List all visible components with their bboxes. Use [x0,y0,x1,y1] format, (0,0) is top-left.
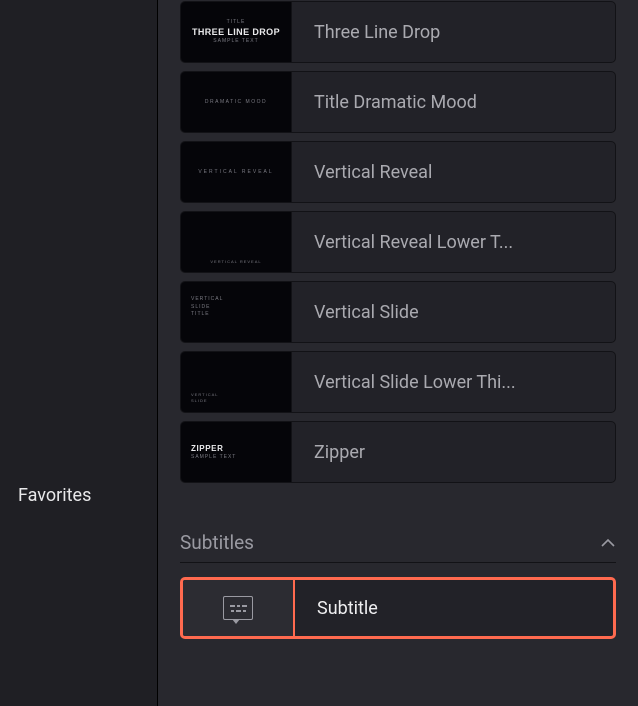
chevron-up-icon [600,538,616,548]
preset-thumbnail: VERTICAL REVEAL [181,212,291,272]
sidebar-item-favorites[interactable]: Favorites [0,475,157,516]
preset-thumbnail [183,580,293,636]
preset-label: Zipper [291,422,615,482]
thumb-text: TITLE [191,311,210,319]
preset-label: Vertical Slide Lower Thi... [291,352,615,412]
title-preset-list: TITLE THREE LINE DROP SAMPLE TEXT Three … [158,1,638,487]
preset-label: Subtitle [293,580,613,636]
preset-thumbnail: VERTICAL REVEAL [181,142,291,202]
thumb-text: VERTICAL REVEAL [198,169,273,175]
app-root: Favorites TITLE THREE LINE DROP SAMPLE T… [0,0,638,706]
thumb-text: TITLE [227,19,246,26]
preset-thumbnail: TITLE THREE LINE DROP SAMPLE TEXT [181,2,291,62]
preset-vertical-slide[interactable]: VERTICAL SLIDE TITLE Vertical Slide [180,281,616,343]
subtitle-icon [223,596,253,620]
section-title: Subtitles [180,531,254,554]
sidebar-item-label: Favorites [18,485,91,506]
thumb-text: SAMPLE TEXT [191,454,236,461]
preset-zipper[interactable]: ZIPPER SAMPLE TEXT Zipper [180,421,616,483]
thumb-text: ZIPPER [191,444,224,454]
preset-vertical-reveal[interactable]: VERTICAL REVEAL Vertical Reveal [180,141,616,203]
sidebar: Favorites [0,0,158,706]
preset-thumbnail: VERTICAL SLIDE [181,352,291,412]
section-header-subtitles[interactable]: Subtitles [180,525,616,563]
preset-three-line-drop[interactable]: TITLE THREE LINE DROP SAMPLE TEXT Three … [180,1,616,63]
content-panel: TITLE THREE LINE DROP SAMPLE TEXT Three … [158,0,638,706]
thumb-text: SLIDE [191,304,210,312]
preset-subtitle[interactable]: Subtitle [180,577,616,639]
preset-vertical-slide-lower[interactable]: VERTICAL SLIDE Vertical Slide Lower Thi.… [180,351,616,413]
thumb-text: VERTICAL REVEAL [210,259,261,264]
section-subtitles: Subtitles Subtitle [158,525,638,639]
thumb-text: VERTICAL [191,296,223,304]
preset-vertical-reveal-lower[interactable]: VERTICAL REVEAL Vertical Reveal Lower T.… [180,211,616,273]
preset-thumbnail: DRAMATIC MOOD [181,72,291,132]
preset-thumbnail: ZIPPER SAMPLE TEXT [181,422,291,482]
thumb-text: SAMPLE TEXT [213,38,258,45]
preset-thumbnail: VERTICAL SLIDE TITLE [181,282,291,342]
thumb-text: DRAMATIC MOOD [205,99,267,105]
preset-label: Vertical Reveal Lower T... [291,212,615,272]
preset-label: Vertical Slide [291,282,615,342]
thumb-text: THREE LINE DROP [192,26,280,39]
thumb-text: SLIDE [191,398,208,404]
preset-dramatic-mood[interactable]: DRAMATIC MOOD Title Dramatic Mood [180,71,616,133]
preset-label: Title Dramatic Mood [291,72,615,132]
preset-label: Three Line Drop [291,2,615,62]
preset-label: Vertical Reveal [291,142,615,202]
